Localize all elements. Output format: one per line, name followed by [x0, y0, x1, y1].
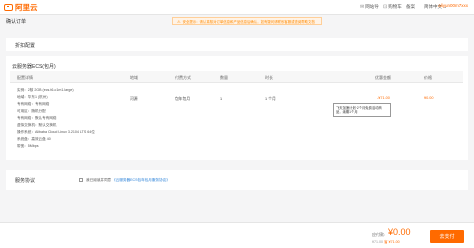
config-line: 实例：2核 2GB (ecs.t6-c1m1.large)	[17, 88, 74, 92]
pay-button[interactable]: 去支付	[430, 230, 464, 243]
config-line: 带宽：5Mbps	[17, 144, 39, 148]
th-config: 配置详情	[17, 75, 33, 80]
config-section-title: 折扣配置	[15, 43, 36, 49]
savings-info: ¥71.00 省 ¥71.00	[372, 240, 400, 245]
cell-billing: 包年包月	[175, 97, 191, 101]
total-amount: ¥0.00	[388, 227, 411, 237]
top-navbar: 阿里云 ✉ 网站导 ⊡ 购物车 备案 简体中文 ⌄ aliyun00m7xxx	[0, 0, 474, 15]
agreement-checkbox[interactable]	[79, 178, 83, 182]
th-duration: 时长	[265, 75, 273, 80]
cell-duration: 1 个月	[265, 97, 276, 101]
total-label: 应付款:	[372, 232, 386, 237]
cell-discount: -¥71.00	[377, 96, 390, 100]
config-line: 专有网络：默认专有网络	[17, 116, 57, 120]
page-title: 确认订单	[6, 19, 27, 25]
config-line: 操作系统：Alibaba Cloud Linux 3.2104 LTS 64位	[17, 130, 95, 134]
config-line: 地域：华东1 (杭州)	[17, 95, 48, 99]
cell-quantity: 1	[220, 97, 223, 101]
security-warning: ⚠ 安全提示：请认真核对订单信息和产品信息后确认，如有疑问请联系客服或查阅帮助文…	[172, 17, 322, 25]
th-region: 地域	[130, 75, 138, 80]
config-line: 可用区：随机分配	[17, 109, 46, 113]
cell-price: ¥0.00	[424, 96, 434, 100]
cell-region: 河源	[130, 97, 138, 101]
nav-beian[interactable]: 备案	[406, 2, 415, 12]
saved-amount: 省 ¥71.00	[384, 240, 400, 244]
th-price: 价格	[424, 75, 432, 80]
warning-text: 安全提示：请认真核对订单信息和产品信息后确认，如有疑问请联系客服或查阅帮助文档	[182, 19, 315, 24]
message-icon: ✉	[360, 4, 365, 10]
nav-message[interactable]: ✉ 网站导	[360, 2, 379, 12]
config-line: 系统盘：高效云盘 40	[17, 137, 51, 141]
agreement-label: 我已阅读并同意	[86, 178, 112, 182]
agreement-text: 我已阅读并同意 《云服务器ECS包年包月服务协议》	[86, 178, 170, 183]
promotion-tooltip: 飞天加速计划·2个月免费活动商品，续期1个月	[333, 103, 391, 117]
agreement-link[interactable]: 《云服务器ECS包年包月服务协议》	[112, 178, 170, 182]
cart-icon: ⊡	[383, 4, 388, 10]
table-header	[10, 71, 463, 83]
config-line: 专有网络：专有网络	[17, 102, 50, 106]
th-billing: 付费方式	[175, 75, 191, 80]
product-section-title: 云服务器ECS(包月)	[12, 64, 56, 70]
nav-message-label: 网站导	[365, 4, 379, 9]
aliyun-logo-icon	[4, 3, 13, 11]
th-discount: 优惠金额	[375, 75, 391, 80]
config-line: 虚拟交换机：默认交换机	[17, 123, 57, 127]
logo[interactable]: 阿里云	[4, 2, 38, 12]
logo-text: 阿里云	[15, 2, 38, 12]
nav-cart-label: 购物车	[388, 4, 402, 9]
user-account[interactable]: aliyun00m7xxx	[438, 3, 468, 8]
warning-icon: ⚠	[177, 18, 181, 24]
config-section	[6, 38, 468, 51]
agreement-section-title: 服务协议	[15, 178, 36, 184]
th-quantity: 数量	[220, 75, 228, 80]
original-price: ¥71.00	[372, 240, 383, 244]
agreement-section	[6, 170, 468, 190]
nav-beian-label: 备案	[406, 4, 415, 9]
nav-cart[interactable]: ⊡ 购物车	[383, 2, 402, 12]
